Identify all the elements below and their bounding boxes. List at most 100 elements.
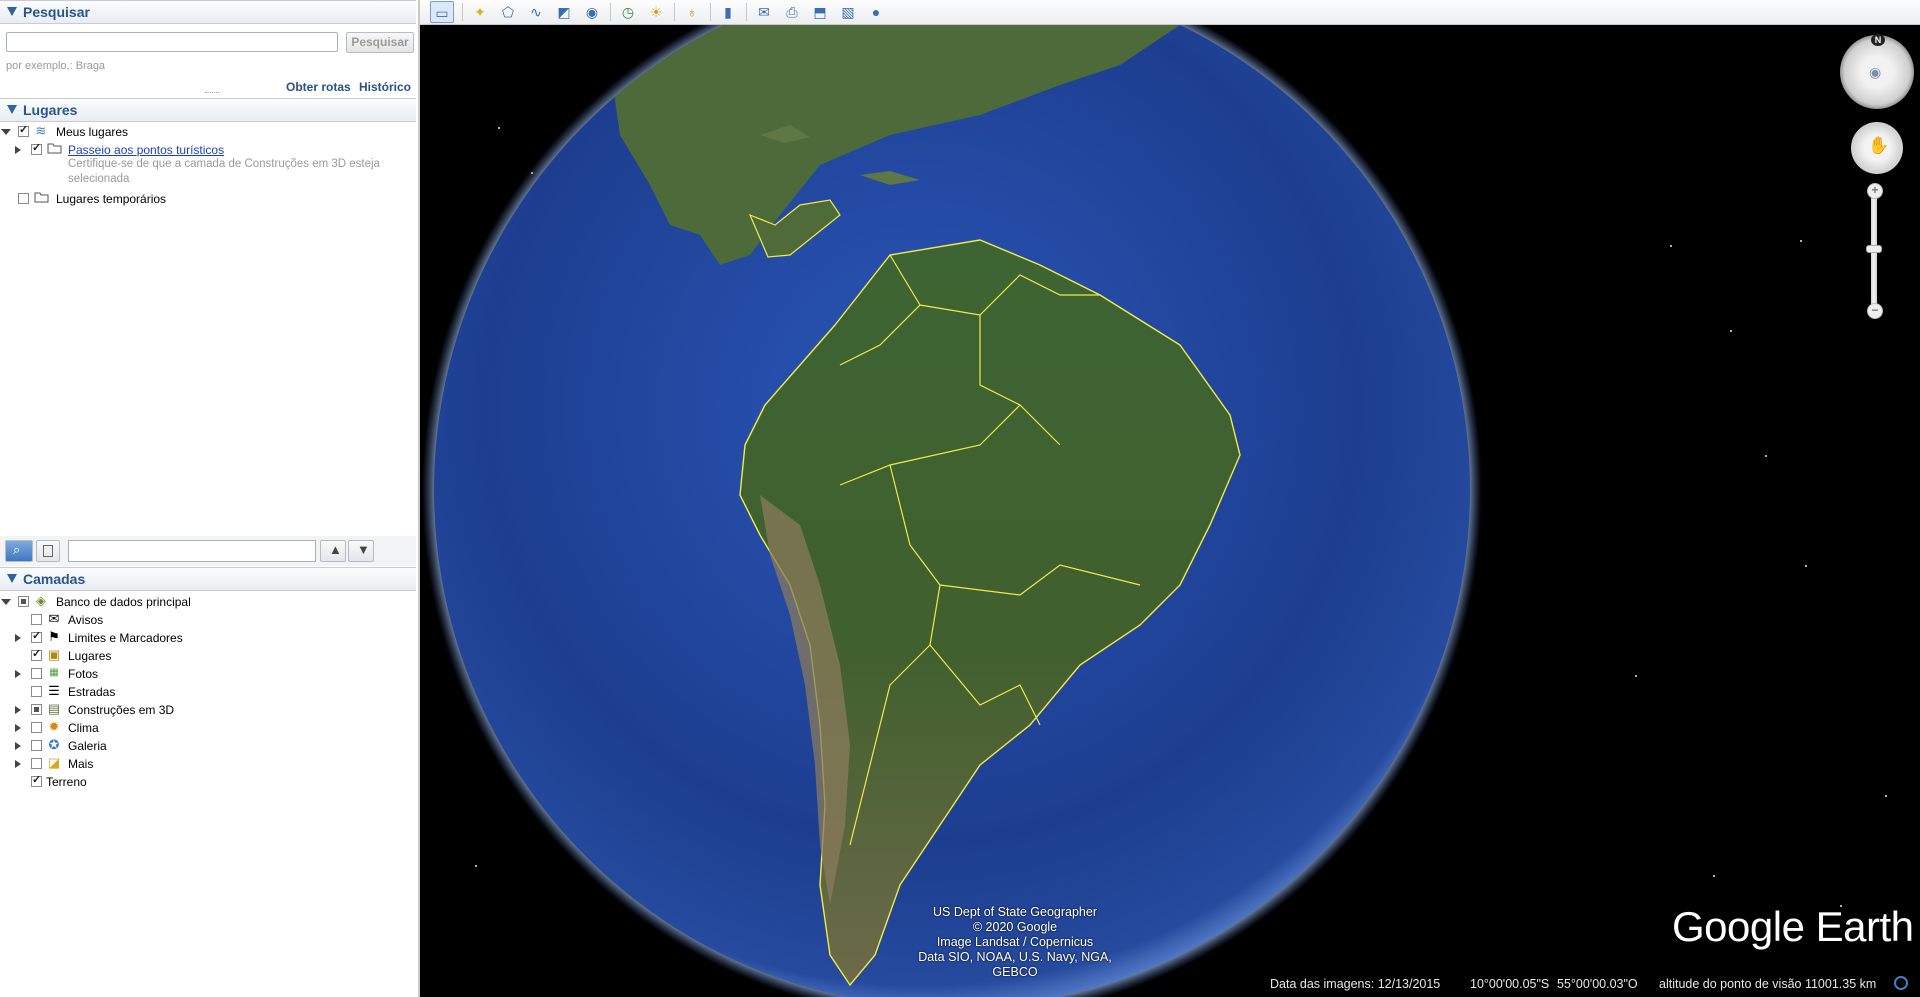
sidebar-panel: Pesquisar Pesquisar por exemplo,: Braga … bbox=[0, 0, 420, 997]
add-polygon-button[interactable]: ⬠ bbox=[496, 1, 520, 23]
checkbox[interactable] bbox=[31, 686, 42, 697]
sidebar-toggle-button[interactable] bbox=[36, 540, 60, 562]
mail-icon: ✉ bbox=[48, 611, 60, 626]
expand-arrow-icon[interactable] bbox=[15, 706, 21, 714]
longitude-readout: 55°00'00.03"O bbox=[1557, 977, 1638, 991]
flag-icon: ⚑ bbox=[48, 629, 60, 644]
search-hint: por exemplo,: Braga bbox=[6, 60, 106, 72]
record-tour-icon: ◉ bbox=[585, 4, 599, 20]
zoom-out-button[interactable]: − bbox=[1867, 303, 1883, 319]
checkbox[interactable] bbox=[31, 773, 42, 787]
print-icon: ⎙ bbox=[786, 4, 798, 20]
checkbox[interactable] bbox=[31, 758, 42, 769]
google-earth-logo: Google Earth bbox=[1672, 903, 1914, 950]
checkbox[interactable] bbox=[31, 704, 42, 715]
expand-arrow-icon[interactable] bbox=[15, 724, 21, 732]
zoom-in-button[interactable]: + bbox=[1867, 183, 1883, 199]
layer-item-primary-database[interactable]: ◈ Banco de dados principal bbox=[0, 593, 400, 611]
ruler-button[interactable]: ▮ bbox=[716, 1, 740, 23]
view-in-maps-button[interactable]: ▧ bbox=[836, 1, 860, 23]
globe[interactable] bbox=[420, 25, 1920, 997]
folder-icon bbox=[46, 142, 62, 156]
pushpin-icon: ✦ bbox=[474, 4, 486, 20]
layer-item-3d-buildings[interactable]: ▤ Construções em 3D bbox=[0, 701, 400, 719]
folder-icon bbox=[33, 191, 49, 205]
tree-item-temporary-places[interactable]: Lugares temporários bbox=[0, 190, 400, 208]
checkbox[interactable] bbox=[18, 596, 29, 607]
earth-view-button[interactable]: ● bbox=[864, 1, 888, 23]
record-tour-button[interactable]: ◉ bbox=[580, 1, 604, 23]
historical-imagery-button[interactable]: ◷ bbox=[616, 1, 640, 23]
layer-item-photos[interactable]: ▦ Fotos bbox=[0, 665, 400, 683]
layer-item-more[interactable]: ◪ Mais bbox=[0, 755, 400, 773]
database-icon: ◈ bbox=[36, 593, 46, 608]
layer-item-terrain[interactable]: Terreno bbox=[0, 773, 400, 791]
expand-arrow-icon[interactable] bbox=[1, 599, 11, 605]
checkbox[interactable] bbox=[31, 614, 42, 625]
layer-item-places[interactable]: ▣ Lugares bbox=[0, 647, 400, 665]
expand-arrow-icon[interactable] bbox=[1, 129, 11, 135]
layer-item-weather[interactable]: ✹ Clima bbox=[0, 719, 400, 737]
collapse-arrow-icon[interactable] bbox=[7, 105, 17, 114]
move-up-button[interactable]: ▲ bbox=[320, 540, 346, 562]
sun-icon: ✹ bbox=[48, 719, 60, 734]
zoom-slider-thumb[interactable] bbox=[1866, 245, 1882, 253]
search-button[interactable]: Pesquisar bbox=[346, 32, 414, 53]
imagery-date: Data das imagens: 12/13/2015 bbox=[1270, 977, 1441, 991]
checkbox[interactable] bbox=[31, 722, 42, 733]
move-control[interactable]: ✋ bbox=[1851, 122, 1903, 174]
add-overlay-button[interactable]: ◩ bbox=[552, 1, 576, 23]
more-icon: ◪ bbox=[47, 755, 61, 770]
search-input[interactable] bbox=[6, 32, 338, 52]
places-section-header[interactable]: Lugares bbox=[0, 98, 416, 122]
look-eye-icon: ◉ bbox=[1869, 64, 1882, 80]
history-link[interactable]: Histórico bbox=[359, 80, 411, 94]
layer-item-gallery[interactable]: ✪ Galeria bbox=[0, 737, 400, 755]
search-section-header[interactable]: Pesquisar bbox=[0, 0, 416, 24]
tour-link[interactable]: Passeio aos pontos turísticos bbox=[68, 143, 224, 157]
layer-item-roads[interactable]: ☰ Estradas bbox=[0, 683, 400, 701]
add-placemark-button[interactable]: ✦ bbox=[468, 1, 492, 23]
tree-item-my-places[interactable]: ≋ Meus lugares bbox=[0, 123, 400, 141]
expand-arrow-icon[interactable] bbox=[15, 670, 21, 678]
planets-button[interactable]: ♁ bbox=[680, 1, 704, 23]
credit-line: Image Landsat / Copernicus bbox=[936, 935, 1094, 949]
search-places-button[interactable]: ⌕ bbox=[5, 540, 33, 562]
panel-icon bbox=[43, 545, 53, 557]
magnifier-icon: ⌕ bbox=[13, 542, 21, 557]
layers-section-header[interactable]: Camadas bbox=[0, 567, 416, 591]
print-button[interactable]: ⎙ bbox=[780, 1, 804, 23]
layer-label: Limites e Marcadores bbox=[68, 631, 183, 645]
sunlight-button[interactable]: ☀ bbox=[644, 1, 668, 23]
sidebar-toggle-button[interactable]: ▭ bbox=[430, 1, 454, 23]
checkbox[interactable] bbox=[18, 123, 29, 137]
ruler-icon: ▮ bbox=[724, 4, 732, 20]
email-button[interactable]: ✉ bbox=[752, 1, 776, 23]
save-image-button[interactable]: ⬒ bbox=[808, 1, 832, 23]
move-down-button[interactable]: ▼ bbox=[348, 540, 374, 562]
north-indicator[interactable]: N bbox=[1871, 34, 1885, 46]
places-filter-input[interactable] bbox=[68, 540, 316, 562]
layer-item-alerts[interactable]: ✉ Avisos bbox=[0, 611, 400, 629]
checkbox[interactable] bbox=[18, 193, 29, 204]
navigation-compass[interactable]: N ◉ bbox=[1840, 34, 1914, 109]
checkbox[interactable] bbox=[31, 629, 42, 643]
building-icon: ▤ bbox=[47, 701, 61, 716]
expand-arrow-icon[interactable] bbox=[15, 146, 21, 154]
earth-view[interactable]: N ◉ ✋ + − US Dept of State Geographer © … bbox=[420, 25, 1920, 997]
resize-grip[interactable] bbox=[205, 92, 219, 96]
expand-arrow-icon[interactable] bbox=[15, 760, 21, 768]
sun-icon: ☀ bbox=[649, 4, 663, 20]
get-directions-link[interactable]: Obter rotas bbox=[286, 80, 351, 94]
expand-arrow-icon[interactable] bbox=[15, 634, 21, 642]
layer-item-borders[interactable]: ⚑ Limites e Marcadores bbox=[0, 629, 400, 647]
map-icon: ▧ bbox=[841, 4, 855, 20]
collapse-arrow-icon[interactable] bbox=[7, 574, 17, 583]
checkbox[interactable] bbox=[31, 647, 42, 661]
collapse-arrow-icon[interactable] bbox=[7, 7, 17, 16]
checkbox[interactable] bbox=[31, 740, 42, 751]
checkbox[interactable] bbox=[31, 141, 42, 155]
checkbox[interactable] bbox=[31, 668, 42, 679]
add-path-button[interactable]: ∿ bbox=[524, 1, 548, 23]
expand-arrow-icon[interactable] bbox=[15, 742, 21, 750]
